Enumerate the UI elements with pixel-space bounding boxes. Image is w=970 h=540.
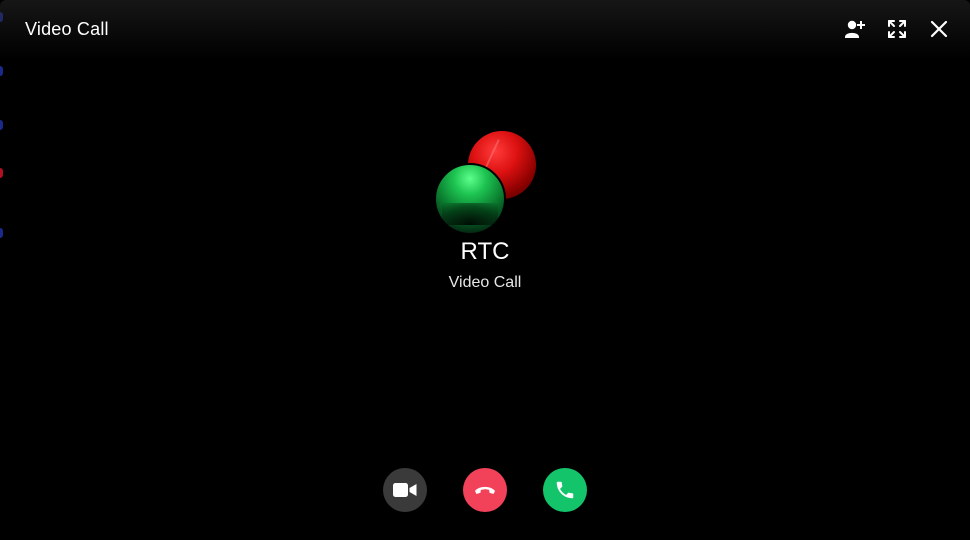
video-call-window: Video Call RTC Video Call <box>0 0 970 540</box>
phone-hangup-icon <box>475 486 495 494</box>
add-user-icon <box>845 20 865 38</box>
caller-avatar-primary <box>434 163 506 235</box>
add-participant-button[interactable] <box>844 18 866 40</box>
close-button[interactable] <box>928 18 950 40</box>
edge-marker <box>0 120 3 130</box>
fullscreen-icon <box>888 20 906 38</box>
phone-accept-icon <box>556 481 574 499</box>
title-actions <box>844 18 950 40</box>
fullscreen-button[interactable] <box>886 18 908 40</box>
caller-avatars <box>434 131 538 235</box>
edge-marker <box>0 168 3 178</box>
edge-marker <box>0 66 3 76</box>
title-bar: Video Call <box>0 0 970 60</box>
caller-name: RTC <box>460 238 510 265</box>
toggle-camera-button[interactable] <box>383 468 427 512</box>
background-edge-markers <box>0 0 3 540</box>
edge-marker <box>0 228 3 238</box>
accept-call-button[interactable] <box>543 468 587 512</box>
window-title: Video Call <box>25 19 109 39</box>
video-camera-icon <box>393 483 417 497</box>
decline-call-button[interactable] <box>463 468 507 512</box>
close-icon <box>930 20 948 38</box>
call-type-label: Video Call <box>448 274 522 291</box>
call-controls <box>383 468 587 512</box>
